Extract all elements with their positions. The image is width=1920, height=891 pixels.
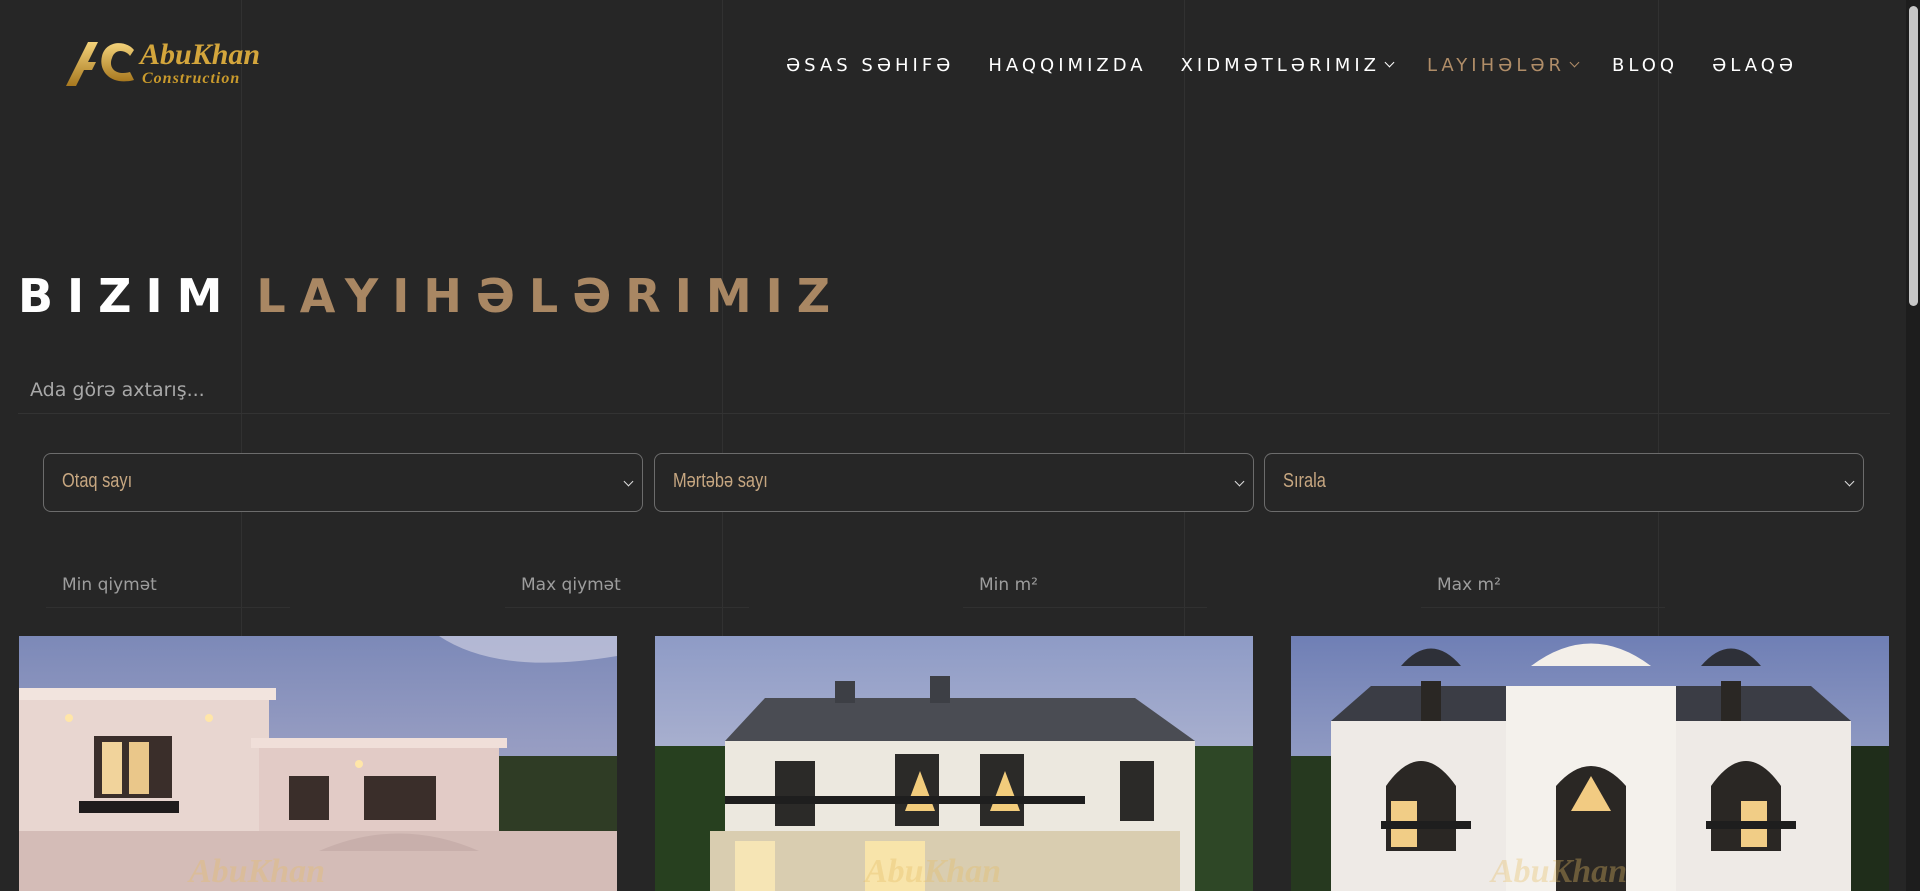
room-count-select[interactable]: Otaq sayı (43, 453, 643, 512)
chevron-down-icon (1569, 57, 1580, 68)
logo-mark-icon (66, 42, 134, 86)
nav-item-label: LAYIHƏLƏR (1426, 54, 1566, 76)
min-area-input[interactable] (963, 562, 1207, 608)
nav-item-contact[interactable]: ƏLAQƏ (1712, 55, 1797, 76)
project-card[interactable]: AbuKhan (1291, 636, 1889, 891)
logo-subtitle: Construction (142, 70, 241, 87)
floor-count-select[interactable]: Mərtəbə sayı (654, 453, 1254, 512)
project-card[interactable]: AbuKhan (655, 636, 1253, 891)
chevron-down-icon (623, 476, 634, 487)
chevron-down-icon (1384, 57, 1395, 68)
room-count-select-label: Otaq sayı (62, 470, 133, 492)
logo-name: AbuKhan (140, 38, 261, 71)
max-price-input[interactable] (505, 562, 749, 608)
sort-select-label: Sırala (1283, 470, 1326, 492)
watermark: AbuKhan (1491, 853, 1628, 890)
nav-item-services[interactable]: XIDMƏTLƏRIMIZ (1180, 54, 1395, 76)
site-header: AbuKhan Construction ƏSAS SƏHIFƏ HAQQIMI… (0, 0, 1920, 130)
page-title-word1: BIZIM (18, 269, 237, 323)
nav-item-label: ƏLAQƏ (1712, 54, 1798, 76)
page-title-word2: LAYIHƏLƏRIMIZ (256, 269, 845, 323)
watermark: AbuKhan (189, 853, 326, 890)
nav-item-blog[interactable]: BLOQ (1612, 55, 1678, 76)
nav-item-projects[interactable]: LAYIHƏLƏR (1426, 54, 1580, 76)
nav-item-label: ƏSAS SƏHIFƏ (786, 54, 955, 76)
search-input[interactable] (18, 366, 1890, 414)
floor-count-select-label: Mərtəbə sayı (673, 470, 768, 492)
nav-item-label: XIDMƏTLƏRIMIZ (1180, 54, 1380, 76)
min-price-input[interactable] (46, 562, 290, 608)
nav-item-home[interactable]: ƏSAS SƏHIFƏ (786, 55, 954, 76)
nav-item-about[interactable]: HAQQIMIZDA (988, 55, 1146, 76)
chevron-down-icon (1234, 476, 1245, 487)
nav-item-label: HAQQIMIZDA (988, 54, 1147, 76)
main-nav: ƏSAS SƏHIFƏ HAQQIMIZDA XIDMƏTLƏRIMIZ LAY… (786, 46, 1831, 84)
scrollbar-thumb[interactable] (1909, 6, 1918, 306)
page-title: BIZIM LAYIHƏLƏRIMIZ (18, 268, 844, 324)
chevron-down-icon (1844, 476, 1855, 487)
project-card[interactable]: AbuKhan (19, 636, 617, 891)
max-area-input[interactable] (1421, 562, 1665, 608)
watermark: AbuKhan (865, 853, 1002, 890)
nav-item-label: BLOQ (1612, 54, 1679, 76)
page-scrollbar[interactable] (1906, 0, 1920, 891)
logo[interactable]: AbuKhan Construction (62, 36, 294, 92)
sort-select[interactable]: Sırala (1264, 453, 1864, 512)
